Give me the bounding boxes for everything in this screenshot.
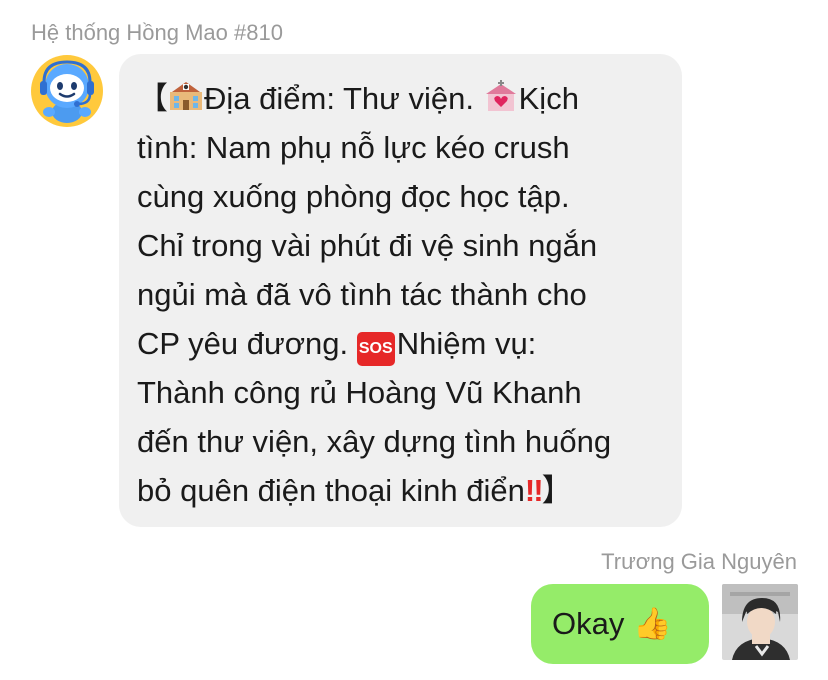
- message-line-6: CP yêu đương. SOS Nhiệm vụ:: [137, 319, 664, 368]
- incoming-sender-name: Hệ thống Hồng Mao #810: [31, 20, 283, 45]
- message-line-9: bỏ quên điện thoại kinh điển‼】: [137, 466, 664, 515]
- message-line-5: ngủi mà đã vô tình tác thành cho: [137, 277, 587, 312]
- message-line-1: 【 Địa điểm: Thư viện. Kịch: [137, 74, 664, 123]
- sos-icon: SOS: [356, 332, 395, 366]
- outgoing-message-text: Okay: [552, 606, 633, 641]
- message-line-2: tình: Nam phụ nỗ lực kéo crush: [137, 130, 570, 165]
- robot-headset-icon: [31, 55, 103, 127]
- plot-label-text: Kịch: [518, 81, 579, 116]
- message-line-8: đến thư viện, xây dựng tình huống: [137, 424, 612, 459]
- incoming-message-bubble[interactable]: 【 Địa điểm: Thư viện. Kịch tình: Nam phụ …: [119, 54, 682, 527]
- robot-avatar[interactable]: [30, 54, 104, 128]
- cp-text: CP yêu đương.: [137, 326, 357, 361]
- outgoing-message-bubble[interactable]: Okay 👍: [531, 584, 709, 664]
- thumbs-up-icon: 👍: [632, 606, 672, 641]
- message-line-4: Chỉ trong vài phút đi vệ sinh ngắn: [137, 228, 598, 263]
- user-avatar[interactable]: [722, 584, 798, 660]
- location-text: Địa điểm: Thư viện.: [204, 81, 483, 116]
- wedding-chapel-icon: [485, 80, 516, 111]
- message-line-7: Thành công rủ Hoàng Vũ Khanh: [137, 375, 582, 410]
- open-bracket: 【: [137, 81, 168, 116]
- user-photo-avatar: [722, 584, 798, 660]
- school-building-icon: [170, 82, 202, 110]
- mission-label-text: Nhiệm vụ:: [396, 326, 537, 361]
- outgoing-sender-name: Trương Gia Nguyên: [601, 549, 797, 574]
- classic-scenario-text: bỏ quên điện thoại kinh điển: [137, 473, 525, 508]
- message-line-3: cùng xuống phòng đọc học tập.: [137, 179, 570, 214]
- double-exclamation-icon: ‼: [524, 473, 544, 508]
- close-bracket: 】: [541, 473, 573, 508]
